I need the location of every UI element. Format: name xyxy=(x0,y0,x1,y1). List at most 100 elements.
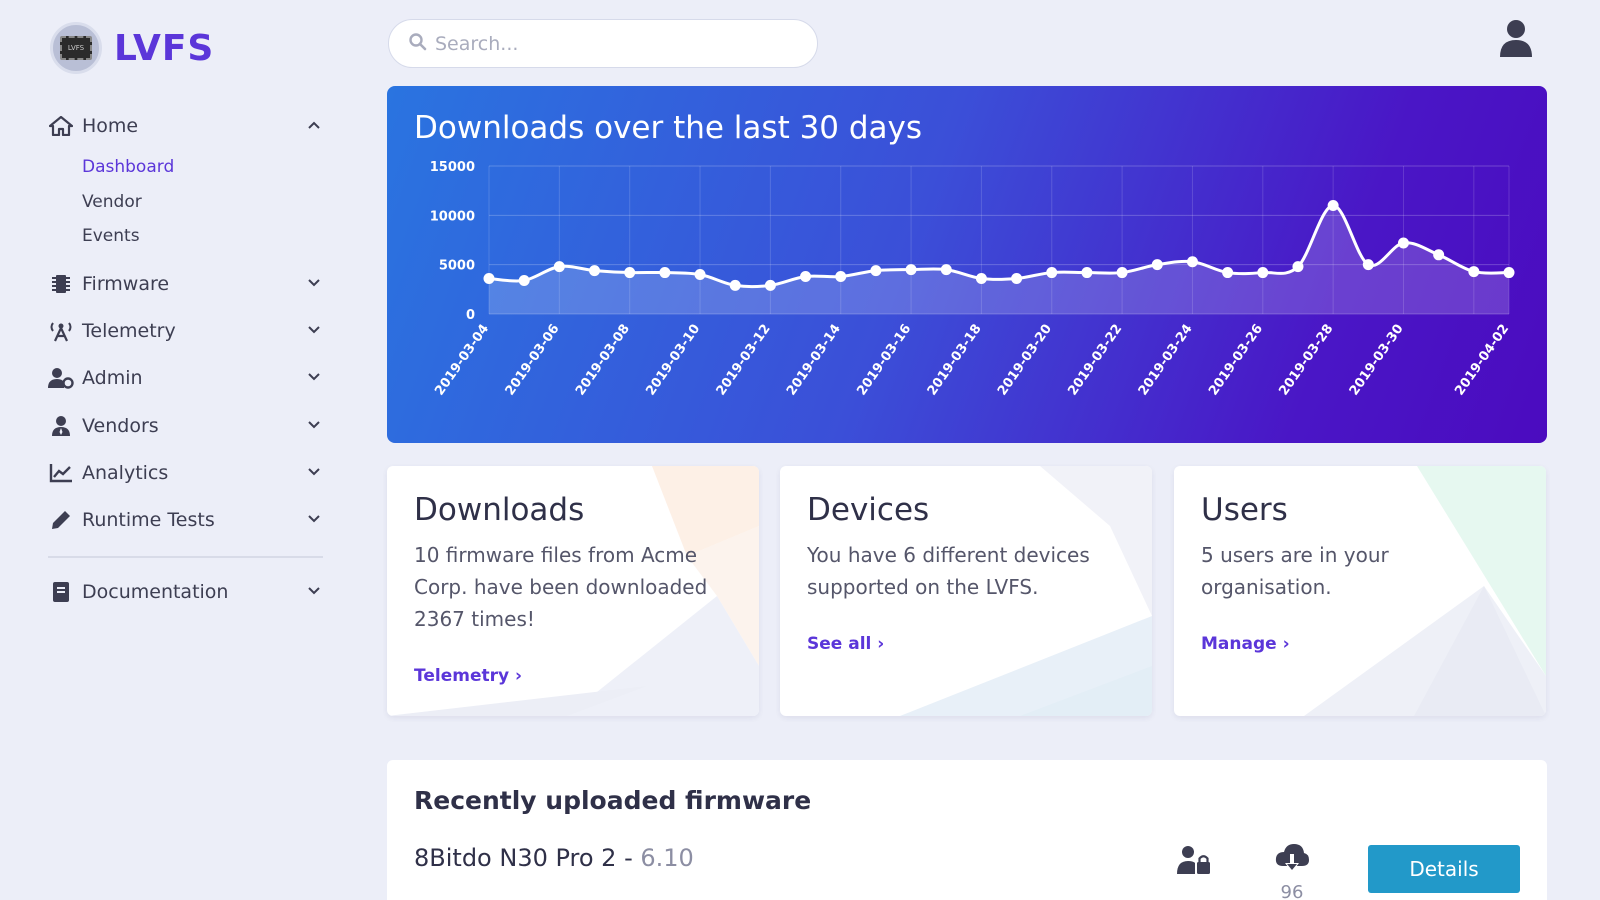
search-icon xyxy=(409,32,427,55)
data-point xyxy=(1327,199,1339,211)
x-tick-label: 2019-03-10 xyxy=(643,322,703,399)
search-bar[interactable] xyxy=(388,19,818,68)
recent-firmware-title: Recently uploaded firmware xyxy=(414,786,812,815)
data-point xyxy=(553,261,565,273)
data-point xyxy=(1046,267,1058,279)
card-text: 5 users are in your organisation. xyxy=(1201,543,1389,599)
brand-logo: LVFS xyxy=(50,22,102,74)
data-point xyxy=(835,271,847,283)
data-point xyxy=(1433,249,1445,261)
chevron-down-icon xyxy=(305,272,323,294)
recent-firmware-card: Recently uploaded firmware 8Bitdo N30 Pr… xyxy=(387,760,1547,900)
y-tick-label: 10000 xyxy=(430,209,475,224)
chevron-down-icon xyxy=(305,414,323,436)
line-chart-icon xyxy=(48,462,74,484)
data-point xyxy=(659,267,671,279)
sidebar-subitem-vendor[interactable]: Vendor xyxy=(82,192,142,212)
see-all-link[interactable]: See all › xyxy=(807,634,884,654)
chevron-down-icon xyxy=(305,319,323,341)
data-point xyxy=(905,264,917,276)
logo-chip-icon: LVFS xyxy=(60,36,92,60)
y-tick-label: 5000 xyxy=(439,259,475,274)
user-lock-icon xyxy=(1177,845,1211,875)
sidebar-item-home[interactable]: Home xyxy=(48,110,323,142)
data-point xyxy=(940,264,952,276)
data-point xyxy=(1186,256,1198,268)
user-menu-icon[interactable] xyxy=(1497,18,1535,58)
sidebar-subitem-events[interactable]: Events xyxy=(82,226,140,246)
x-tick-label: 2019-04-02 xyxy=(1452,322,1512,399)
brand[interactable]: LVFS LVFS xyxy=(50,22,214,74)
sidebar-item-label: Analytics xyxy=(82,462,169,484)
x-tick-label: 2019-03-26 xyxy=(1206,322,1266,399)
data-point xyxy=(1503,267,1515,279)
x-tick-label: 2019-03-18 xyxy=(925,322,985,399)
users-card: Users 5 users are in your organisation. … xyxy=(1174,466,1546,716)
user-gear-icon xyxy=(48,367,74,389)
chevron-down-icon xyxy=(305,508,323,530)
data-point xyxy=(1397,237,1409,249)
downloads-line-chart: 0500010000150002019-03-04 2019-03-06 2019-… xyxy=(430,160,1515,399)
telemetry-link[interactable]: Telemetry › xyxy=(414,666,522,686)
x-tick-label: 2019-03-22 xyxy=(1065,322,1125,399)
chevron-up-icon xyxy=(305,114,323,136)
x-tick-label: 2019-03-12 xyxy=(714,322,774,399)
sidebar-item-telemetry[interactable]: Telemetry xyxy=(48,315,323,347)
sidebar-item-analytics[interactable]: Analytics xyxy=(48,457,323,489)
card-title: Users xyxy=(1201,492,1288,528)
x-tick-label: 2019-03-08 xyxy=(573,322,633,399)
book-icon xyxy=(48,581,74,603)
sidebar-item-runtime-tests[interactable]: Runtime Tests xyxy=(48,504,323,536)
chevron-down-icon xyxy=(305,461,323,483)
chip-icon xyxy=(48,273,74,295)
sidebar-item-label: Admin xyxy=(82,367,143,389)
sidebar-item-label: Home xyxy=(82,115,139,137)
x-tick-label: 2019-03-30 xyxy=(1347,322,1407,399)
x-tick-label: 2019-03-06 xyxy=(503,322,563,399)
devices-card: Devices You have 6 different devices sup… xyxy=(780,466,1152,716)
home-icon xyxy=(48,115,74,137)
data-point xyxy=(1222,267,1234,279)
data-point xyxy=(729,279,741,291)
chevron-down-icon xyxy=(305,366,323,388)
data-point xyxy=(1151,259,1163,271)
x-tick-label: 2019-03-20 xyxy=(995,322,1055,399)
data-point xyxy=(694,269,706,281)
pen-icon xyxy=(48,509,74,531)
data-point xyxy=(1468,266,1480,278)
series-area xyxy=(489,205,1509,314)
data-point xyxy=(518,274,530,286)
antenna-icon xyxy=(48,320,74,342)
sidebar-item-admin[interactable]: Admin xyxy=(48,362,323,394)
downloads-card: Downloads 10 firmware files from Acme Co… xyxy=(387,466,759,716)
data-point xyxy=(1257,267,1269,279)
sidebar-divider xyxy=(48,556,323,558)
sidebar-item-label: Documentation xyxy=(82,581,229,603)
data-point xyxy=(589,265,601,277)
data-point xyxy=(1081,267,1093,279)
details-button[interactable]: Details xyxy=(1368,845,1520,893)
firmware-name: 8Bitdo N30 Pro 2 - xyxy=(414,844,641,872)
data-point xyxy=(1116,267,1128,279)
x-tick-label: 2019-03-04 xyxy=(432,322,492,399)
firmware-version: 6.10 xyxy=(640,844,694,872)
sidebar-subitem-dashboard[interactable]: Dashboard xyxy=(82,157,174,177)
downloads-chart-card: Downloads over the last 30 days 0 5000 100… xyxy=(387,86,1547,443)
sidebar-item-documentation[interactable]: Documentation xyxy=(48,576,323,608)
card-text: 10 firmware files from Acme Corp. have b… xyxy=(414,543,708,631)
card-text: You have 6 different devices supported o… xyxy=(807,543,1090,599)
data-point xyxy=(975,272,987,284)
sidebar-item-label: Telemetry xyxy=(82,320,176,342)
x-tick-label: 2019-03-14 xyxy=(784,322,844,399)
card-title: Downloads xyxy=(414,492,585,528)
manage-link[interactable]: Manage › xyxy=(1201,634,1290,654)
x-tick-label: 2019-03-24 xyxy=(1136,322,1196,399)
search-input[interactable] xyxy=(435,32,795,55)
chevron-down-icon xyxy=(305,580,323,602)
x-tick-label: 2019-03-16 xyxy=(854,322,914,399)
sidebar-item-firmware[interactable]: Firmware xyxy=(48,268,323,300)
data-point xyxy=(764,279,776,291)
card-title: Devices xyxy=(807,492,930,528)
sidebar-item-vendors[interactable]: Vendors xyxy=(48,410,323,442)
user-tie-icon xyxy=(48,415,74,437)
